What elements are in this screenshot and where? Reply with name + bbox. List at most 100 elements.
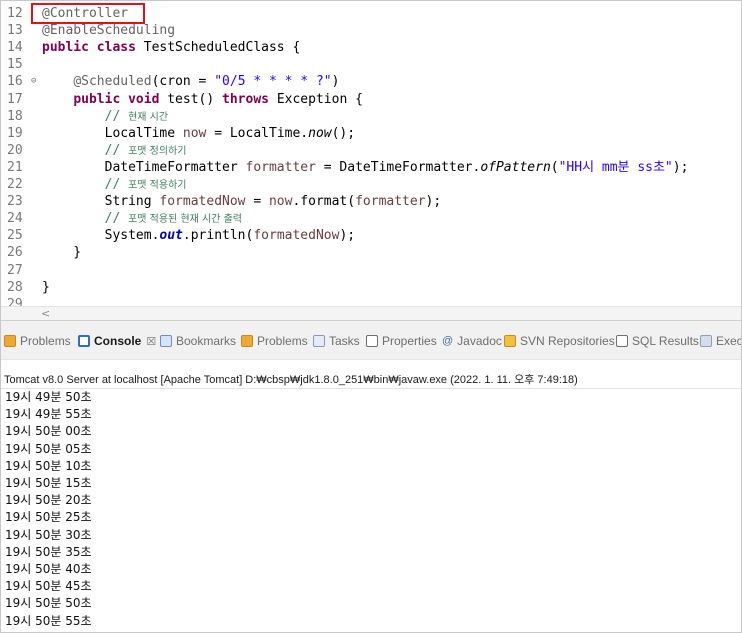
line-number: 15: [7, 57, 23, 73]
code-line[interactable]: 21 DateTimeFormatter formatter = DateTim…: [1, 159, 741, 176]
code-text: @EnableScheduling: [42, 22, 175, 39]
tab-label: SVN Repositories: [520, 334, 615, 348]
code-token: TestScheduledClass {: [135, 40, 301, 56]
code-token: DateTimeFormatter: [42, 159, 246, 175]
tab-console[interactable]: Console ☒: [78, 332, 156, 350]
code-token: LocalTime: [42, 125, 183, 141]
problems-icon: [241, 335, 253, 347]
tab-label: Bookmarks: [176, 334, 237, 348]
annotation-highlight-box: [31, 3, 145, 24]
code-token: //: [42, 177, 129, 192]
tab-sql-results[interactable]: SQL Results: [616, 332, 699, 350]
tab-problems[interactable]: Problems: [4, 332, 71, 350]
code-text: // 포맷 적용하기: [42, 176, 187, 194]
code-token: now: [182, 125, 207, 141]
code-line[interactable]: 19 LocalTime now = LocalTime.now();: [1, 125, 741, 142]
code-line[interactable]: 22 // 포맷 적용하기: [1, 176, 741, 193]
code-token: (: [550, 159, 559, 175]
code-line[interactable]: 14 public class TestScheduledClass {: [1, 39, 741, 56]
bookmarks-icon: [160, 335, 172, 347]
code-token: 현재 시간: [128, 111, 169, 123]
console-output-line: 19시 50분 20초: [5, 493, 92, 508]
code-token: now: [308, 125, 332, 141]
code-token: //: [42, 211, 129, 227]
javadoc-icon: @: [442, 335, 454, 347]
line-number: 24: [7, 211, 23, 227]
console-output-line: 19시 50분 15초: [5, 476, 92, 490]
problems-icon: [4, 335, 16, 347]
code-token: throws: [222, 91, 269, 107]
code-token: public class: [42, 40, 136, 56]
code-token: = DateTimeFormatter.: [315, 159, 481, 175]
tab-svn-repositories[interactable]: SVN Repositories: [504, 332, 615, 350]
code-text: public class TestScheduledClass {: [42, 39, 300, 56]
code-token: now: [268, 194, 293, 210]
console-output-line: 19시 50분 30초: [5, 527, 92, 542]
scroll-left-arrow-icon[interactable]: <: [41, 307, 50, 320]
code-token: System.: [42, 228, 160, 244]
tasks-icon: [313, 335, 325, 347]
tab-label: Problems: [257, 334, 308, 348]
console-output-line: 19시 49분 55초: [5, 407, 92, 422]
tab-tasks[interactable]: Tasks: [313, 332, 360, 350]
tab-problems[interactable]: Problems: [241, 332, 308, 350]
console-output-line: 19시 50분 35초: [5, 544, 92, 559]
tab-exec[interactable]: Exec: [700, 332, 742, 350]
console-output-line: 19시 50분 40초: [5, 562, 92, 576]
line-number: 18: [7, 108, 23, 124]
code-token: @Scheduled: [73, 74, 152, 90]
code-text: }: [42, 279, 50, 296]
code-text: // 포맷 적용된 현재 시간 출력: [42, 210, 242, 228]
console-output[interactable]: 19시 49분 50초 19시 49분 55초 19시 50분 00초 19시 50분…: [0, 388, 742, 633]
tab-label: Problems: [20, 334, 71, 348]
line-number: 27: [7, 262, 23, 278]
tab-label: Properties: [382, 334, 437, 348]
fold-toggle-icon[interactable]: ⊖: [31, 73, 36, 90]
code-token: .format(: [292, 194, 356, 210]
line-number: 20: [7, 142, 23, 158]
tab-label: Exec: [716, 334, 742, 348]
frame-border-left: [0, 320, 1, 633]
code-token: (cron =: [151, 74, 215, 90]
code-line[interactable]: 17 public void test() throws Exception {: [1, 91, 741, 108]
code-editor[interactable]: 12 @Controller 13 @EnableScheduling 14 public…: [0, 0, 742, 320]
code-token: }: [42, 279, 50, 295]
code-line[interactable]: 28}: [1, 279, 741, 296]
code-line[interactable]: 15: [1, 56, 741, 73]
line-number: 17: [7, 91, 23, 107]
code-line[interactable]: 24 // 포맷 적용된 현재 시간 출력: [1, 210, 741, 227]
code-token: Exception {: [269, 91, 363, 107]
tab-properties[interactable]: Properties: [366, 332, 437, 350]
code-line[interactable]: 18 // 현재 시간: [1, 108, 741, 125]
code-token: formatedNow: [253, 228, 340, 244]
code-line[interactable]: 23 String formatedNow = now.format(forma…: [1, 193, 741, 210]
code-line[interactable]: 16 ⊖ @Scheduled(cron = "0/5 * * * * ?"): [1, 73, 741, 90]
code-token: .println(: [182, 228, 254, 244]
line-number: 23: [7, 194, 23, 210]
tab-bookmarks[interactable]: Bookmarks: [160, 332, 236, 350]
tab-label: Console: [94, 334, 142, 348]
code-token: @EnableScheduling: [42, 23, 176, 39]
code-line[interactable]: 20 // 포맷 정의하기: [1, 142, 741, 159]
code-token: formatter: [355, 194, 426, 210]
code-token: 포맷 적용된 현재 시간 출력: [128, 214, 243, 226]
code-token: "0/5 * * * * ?": [214, 74, 332, 90]
code-token: out: [159, 228, 183, 244]
close-tab-icon[interactable]: ☒: [146, 335, 156, 348]
code-line[interactable]: 25 System.out.println(formatedNow);: [1, 227, 741, 244]
console-icon: [78, 335, 90, 347]
tab-javadoc[interactable]: @ Javadoc: [442, 332, 502, 350]
code-line[interactable]: 27: [1, 262, 741, 279]
code-token: 포맷 적용하기: [128, 180, 187, 191]
code-token: );: [672, 159, 689, 175]
console-output-line: 19시 50분 10초: [5, 458, 92, 473]
line-number: 13: [7, 23, 23, 39]
properties-icon: [366, 335, 378, 347]
horizontal-scrollbar[interactable]: <: [1, 306, 741, 320]
code-token: //: [42, 108, 129, 124]
svn-repositories-icon: [504, 335, 516, 347]
code-line[interactable]: 26 }: [1, 244, 741, 261]
code-line[interactable]: 13 @EnableScheduling: [1, 22, 741, 39]
code-token: =: [245, 194, 269, 210]
